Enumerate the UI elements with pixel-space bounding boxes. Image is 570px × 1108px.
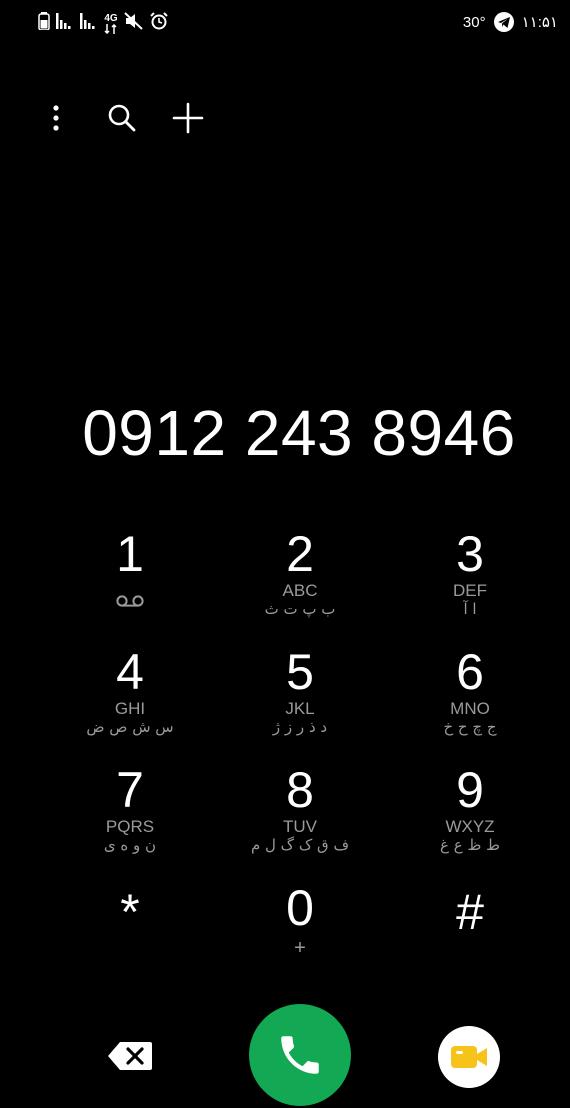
add-icon	[172, 102, 204, 134]
key-1[interactable]: 1	[45, 528, 215, 646]
key-farsi-letters: ن و ه ی	[103, 836, 157, 854]
key-farsi-letters: س ش ص ض	[86, 718, 174, 736]
key-farsi-letters: ا آ	[463, 600, 477, 618]
key-digit: 8	[286, 762, 314, 818]
clock: ۱۱:۵۱	[521, 14, 558, 31]
key-digit: 9	[456, 762, 484, 818]
key-5[interactable]: 5 JKL د ذ ر ز ژ	[215, 646, 385, 764]
network-4g-icon: 4G	[104, 12, 118, 34]
status-bar: 4G 30° ۱۱:۵۱	[0, 0, 570, 44]
key-farsi-letters: ط ظ ع غ	[440, 836, 500, 854]
backspace-button[interactable]	[106, 1040, 154, 1074]
dialer-actions	[0, 1004, 570, 1108]
key-letters: JKL	[285, 699, 315, 718]
battery-icon	[38, 12, 50, 35]
temperature-label: 30°	[462, 13, 486, 31]
key-hash[interactable]: #	[385, 882, 555, 1000]
backspace-icon	[108, 1042, 152, 1070]
search-icon	[108, 104, 136, 132]
key-digit: 3	[456, 526, 484, 582]
signal-icon	[56, 13, 74, 34]
telegram-icon	[493, 12, 514, 32]
search-button[interactable]	[102, 96, 142, 140]
key-digit: *	[120, 884, 140, 940]
call-button[interactable]	[249, 1004, 351, 1106]
key-4[interactable]: 4 GHI س ش ص ض	[45, 646, 215, 764]
key-letters: TUV	[283, 817, 317, 836]
key-digit: 1	[116, 526, 144, 582]
status-icons-left: 4G	[38, 12, 168, 35]
key-9[interactable]: 9 WXYZ ط ظ ع غ	[385, 764, 555, 882]
video-camera-icon	[451, 1046, 487, 1068]
add-contact-button[interactable]	[168, 96, 208, 140]
key-plus-label: +	[294, 937, 306, 959]
key-digit: 6	[456, 644, 484, 700]
key-farsi-letters: ج چ ح خ	[443, 718, 497, 736]
key-7[interactable]: 7 PQRS ن و ه ی	[45, 764, 215, 882]
more-vert-icon	[53, 105, 59, 131]
key-letters: GHI	[114, 699, 146, 718]
key-8[interactable]: 8 TUV ف ق ک گ ل م	[215, 764, 385, 882]
key-3[interactable]: 3 DEF ا آ	[385, 528, 555, 646]
key-6[interactable]: 6 MNO ج چ ح خ	[385, 646, 555, 764]
network-type-label: 4G	[104, 12, 118, 24]
key-letters: WXYZ	[445, 817, 495, 836]
video-call-button[interactable]	[438, 1026, 500, 1088]
status-icons-right: 30° ۱۱:۵۱	[463, 12, 558, 32]
key-digit: #	[456, 884, 484, 940]
key-letters: DEF	[453, 581, 487, 600]
key-letters: MNO	[450, 699, 490, 718]
key-star[interactable]: *	[45, 882, 215, 1000]
dialed-number-display[interactable]: 0912 243 8946	[0, 396, 570, 470]
key-digit: 7	[116, 762, 144, 818]
key-letters: PQRS	[105, 817, 155, 836]
dialer-toolbar	[36, 96, 208, 140]
alarm-icon	[150, 12, 168, 35]
signal-icon	[80, 13, 98, 34]
key-0[interactable]: 0 +	[215, 882, 385, 1000]
key-farsi-letters: د ذ ر ز ژ	[272, 718, 328, 736]
voicemail-icon	[116, 594, 144, 612]
key-digit: 0	[286, 880, 314, 936]
key-letters: ABC	[282, 581, 318, 600]
key-farsi-letters: ف ق ک گ ل م	[250, 836, 350, 854]
key-digit: 2	[286, 526, 314, 582]
key-digit: 4	[116, 644, 144, 700]
key-2[interactable]: 2 ABC ب پ ت ث	[215, 528, 385, 646]
mute-icon	[124, 12, 144, 35]
more-options-button[interactable]	[36, 96, 76, 140]
phone-icon	[281, 1036, 319, 1074]
key-farsi-letters: ب پ ت ث	[264, 600, 336, 618]
key-digit: 5	[286, 644, 314, 700]
dialpad: 1 2 ABC ب پ ت ث 3 DEF ا آ 4 GHI س ش ص ض …	[45, 528, 555, 1000]
